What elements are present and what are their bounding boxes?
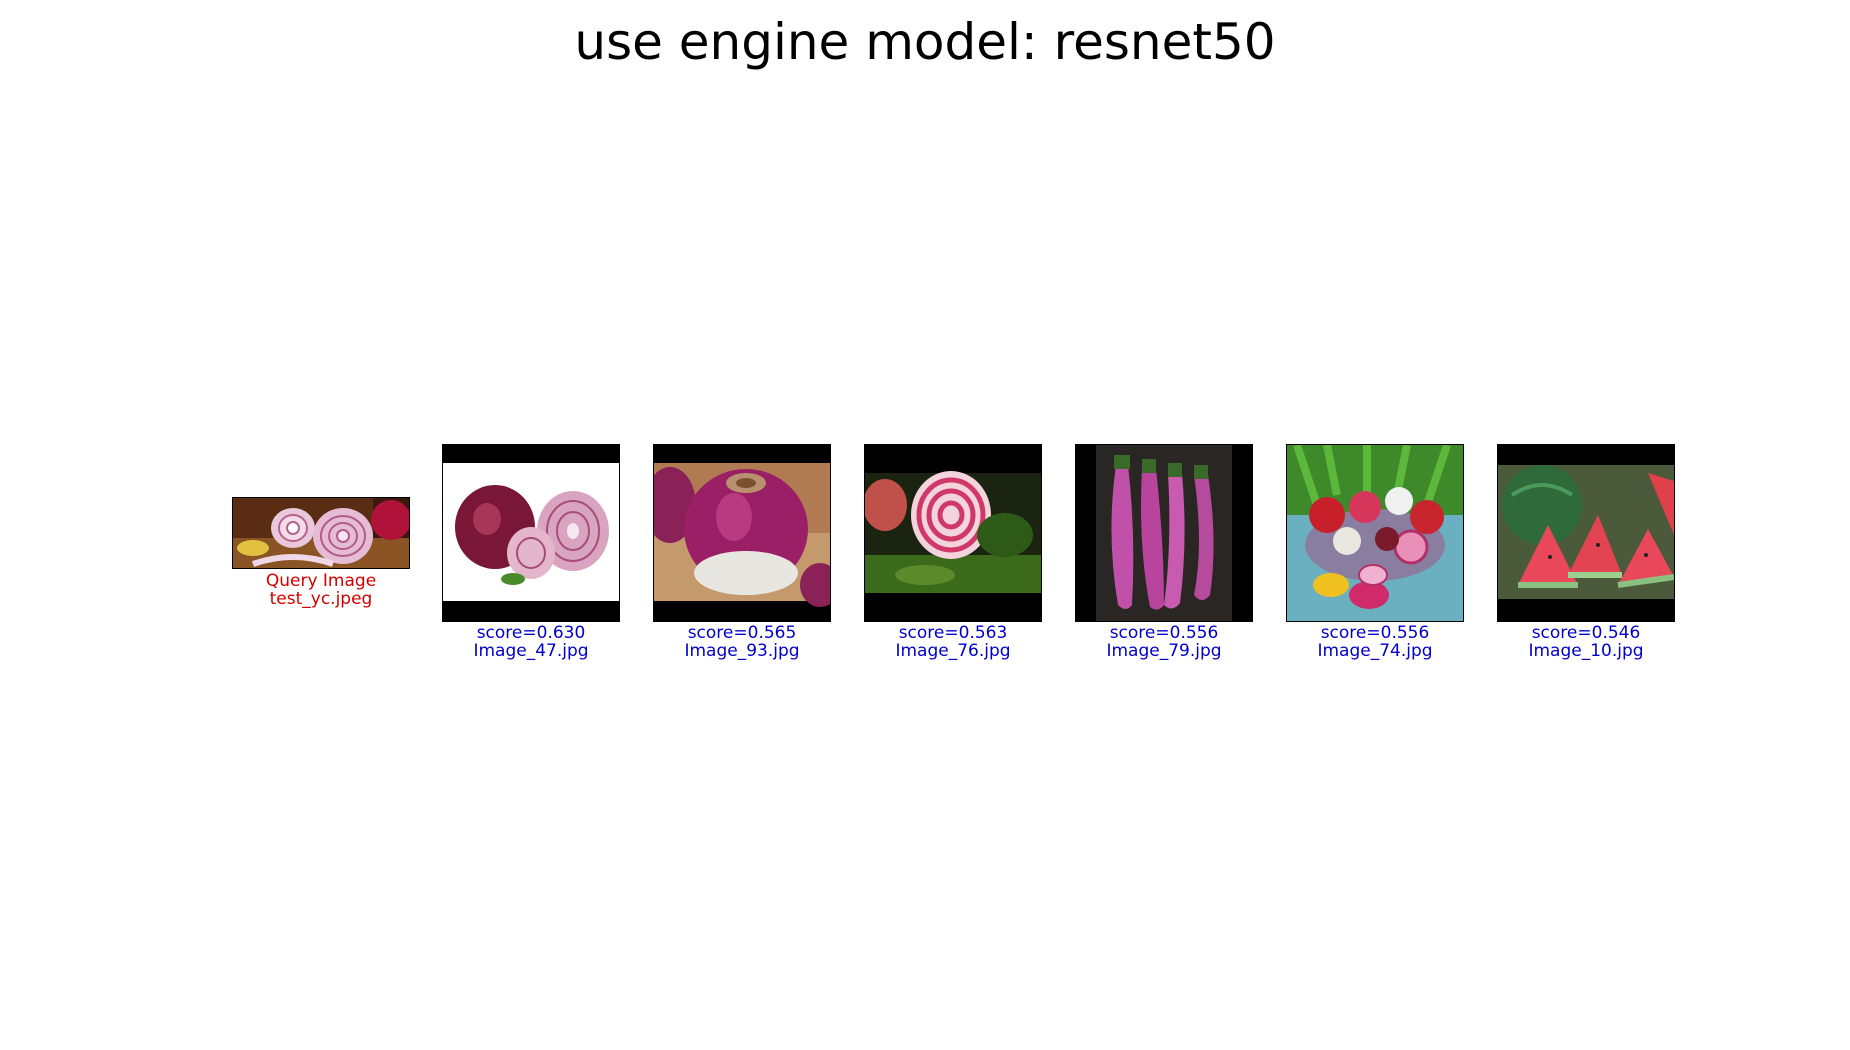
result-caption: score=0.630 Image_47.jpg	[411, 624, 651, 660]
result-filename: Image_79.jpg	[1106, 641, 1222, 661]
query-label: Query Image	[265, 571, 377, 591]
result-score: score=0.630	[476, 623, 586, 643]
result-image	[864, 444, 1042, 622]
result-image	[1286, 444, 1464, 622]
result-caption: score=0.563 Image_76.jpg	[833, 624, 1073, 660]
result-caption: score=0.556 Image_79.jpg	[1044, 624, 1284, 660]
result-caption: score=0.546 Image_10.jpg	[1466, 624, 1706, 660]
result-image	[1075, 444, 1253, 622]
result-panel: score=0.630 Image_47.jpg	[442, 444, 620, 660]
result-filename: Image_10.jpg	[1528, 641, 1644, 661]
result-panel: score=0.556 Image_74.jpg	[1286, 444, 1464, 660]
query-filename: test_yc.jpeg	[269, 589, 373, 609]
result-panel: score=0.563 Image_76.jpg	[864, 444, 1042, 660]
result-score: score=0.563	[898, 623, 1008, 643]
result-score: score=0.556	[1320, 623, 1430, 643]
result-caption: score=0.565 Image_93.jpg	[622, 624, 862, 660]
result-score: score=0.546	[1531, 623, 1641, 643]
query-image-panel: Query Image test_yc.jpeg	[232, 497, 410, 608]
figure-title: use engine model: resnet50	[574, 13, 1276, 71]
result-filename: Image_76.jpg	[895, 641, 1011, 661]
result-image	[653, 444, 831, 622]
query-caption: Query Image test_yc.jpeg	[201, 572, 441, 608]
result-image	[442, 444, 620, 622]
result-score: score=0.565	[687, 623, 797, 643]
result-image	[1497, 444, 1675, 622]
result-panel: score=0.565 Image_93.jpg	[653, 444, 831, 660]
result-panel: score=0.556 Image_79.jpg	[1075, 444, 1253, 660]
result-filename: Image_47.jpg	[473, 641, 589, 661]
query-image	[232, 497, 410, 569]
result-panel: score=0.546 Image_10.jpg	[1497, 444, 1675, 660]
result-caption: score=0.556 Image_74.jpg	[1255, 624, 1495, 660]
result-filename: Image_74.jpg	[1317, 641, 1433, 661]
result-score: score=0.556	[1109, 623, 1219, 643]
result-filename: Image_93.jpg	[684, 641, 800, 661]
